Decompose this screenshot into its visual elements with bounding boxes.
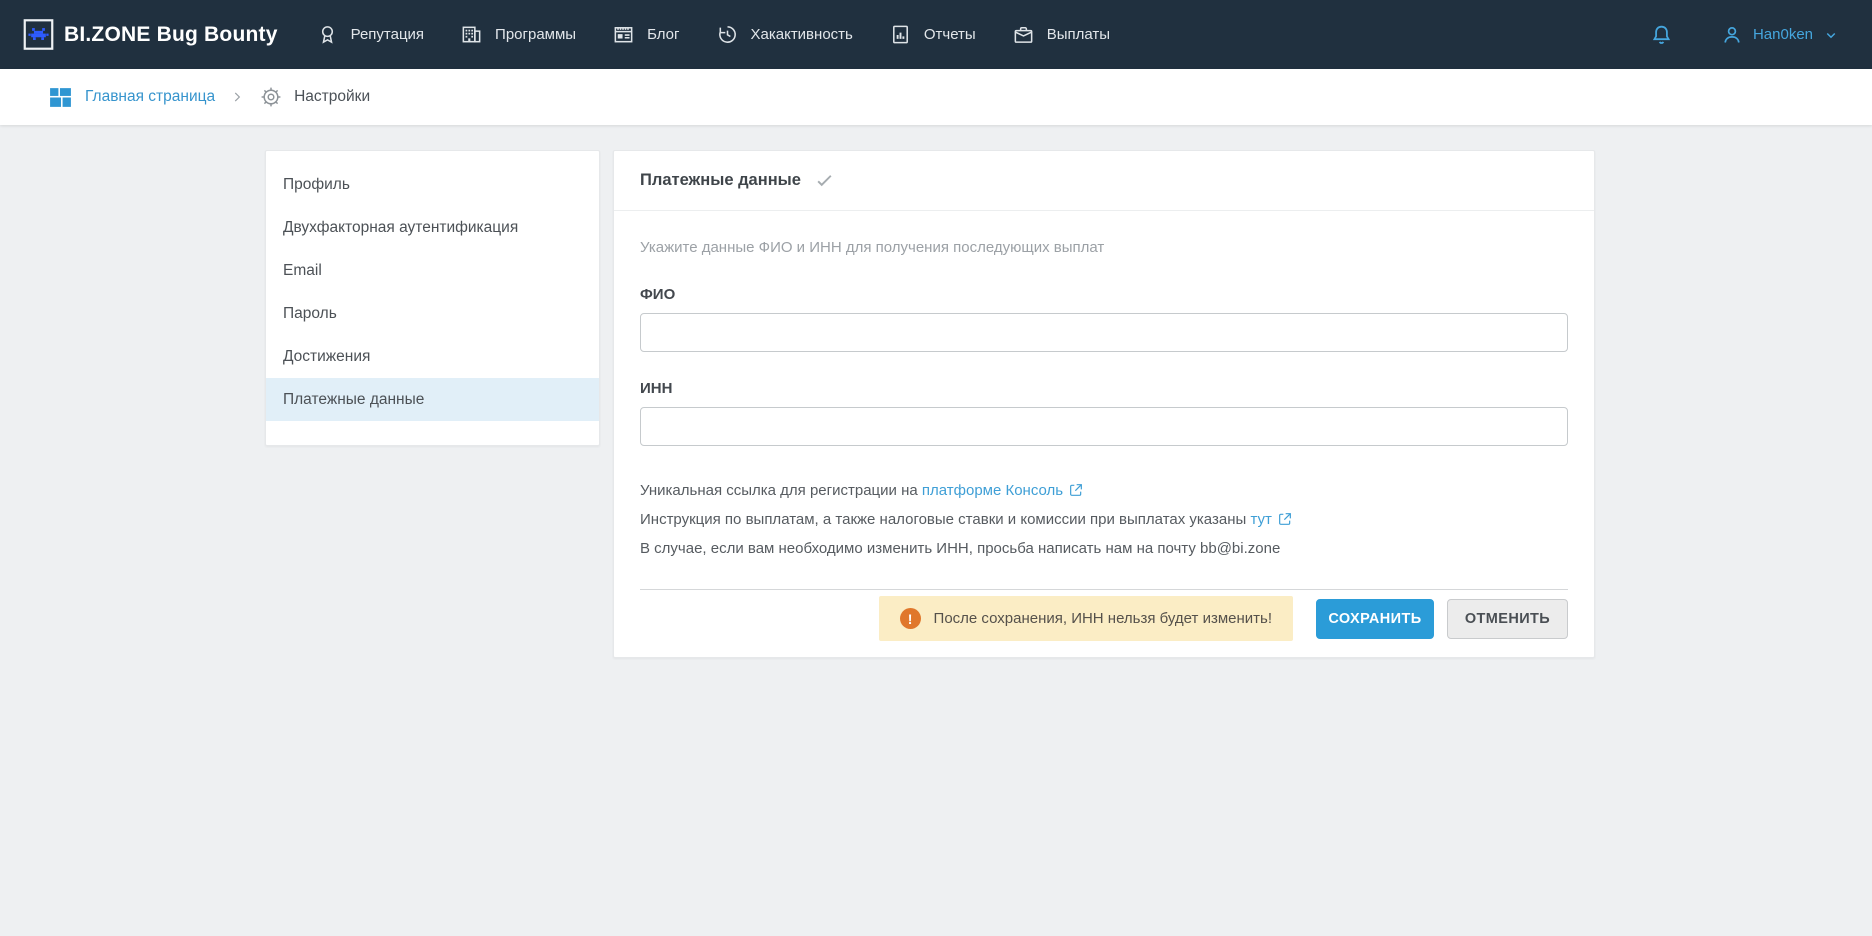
nav-item-reputation[interactable]: Репутация xyxy=(316,23,424,46)
nav-item-label: Отчеты xyxy=(924,26,976,43)
dashboard-grid-icon xyxy=(48,85,73,110)
username: Han0ken xyxy=(1753,26,1813,43)
brand-logo[interactable]: BI.ZONE Bug Bounty xyxy=(22,18,278,52)
notifications-bell-icon[interactable] xyxy=(1649,22,1674,47)
fio-input[interactable] xyxy=(640,313,1568,352)
sidebar-item-payment-data[interactable]: Платежные данные xyxy=(266,378,599,421)
brand-title: BI.ZONE Bug Bounty xyxy=(64,23,278,47)
history-icon xyxy=(716,23,739,46)
building-icon xyxy=(460,23,483,46)
nav-item-label: Репутация xyxy=(351,26,424,43)
blog-icon xyxy=(612,23,635,46)
breadcrumb: Главная страница Настройки xyxy=(0,69,1872,125)
sidebar-item-2fa[interactable]: Двухфакторная аутентификация xyxy=(266,206,599,249)
chevron-down-icon xyxy=(1822,26,1840,44)
sidebar-item-email[interactable]: Email xyxy=(266,249,599,292)
external-link-icon[interactable] xyxy=(1277,510,1293,536)
nav-item-hackactivity[interactable]: Хакактивность xyxy=(716,23,853,46)
report-icon xyxy=(889,23,912,46)
fio-label: ФИО xyxy=(640,286,1568,303)
nav-item-blog[interactable]: Блог xyxy=(612,23,679,46)
nav-item-reports[interactable]: Отчеты xyxy=(889,23,976,46)
warning-icon: ! xyxy=(900,608,921,629)
payment-notes: Уникальная ссылка для регистрации на пла… xyxy=(640,478,1568,562)
check-icon xyxy=(815,171,834,190)
payout-instructions-link[interactable]: тут xyxy=(1250,511,1271,528)
cancel-button[interactable]: ОТМЕНИТЬ xyxy=(1447,599,1568,639)
settings-sidebar: Профиль Двухфакторная аутентификация Ema… xyxy=(265,150,600,446)
external-link-icon[interactable] xyxy=(1068,481,1084,507)
breadcrumb-current-label: Настройки xyxy=(294,88,370,106)
medal-icon xyxy=(316,23,339,46)
sidebar-item-profile[interactable]: Профиль xyxy=(266,163,599,206)
nav-item-label: Хакактивность xyxy=(751,26,853,43)
breadcrumb-home-label: Главная страница xyxy=(85,88,215,106)
breadcrumb-home-link[interactable]: Главная страница xyxy=(48,85,215,110)
navbar-right: Han0ken xyxy=(1649,22,1840,47)
note-line-3: В случае, если вам необходимо изменить И… xyxy=(640,536,1568,562)
note-line-2: Инструкция по выплатам, а также налоговы… xyxy=(640,507,1568,536)
briefcase-icon xyxy=(1012,23,1035,46)
save-button[interactable]: СОХРАНИТЬ xyxy=(1316,599,1434,639)
breadcrumb-current: Настройки xyxy=(259,85,370,109)
inn-input[interactable] xyxy=(640,407,1568,446)
user-icon xyxy=(1720,23,1744,47)
main-menu: Репутация Программы xyxy=(316,23,1110,46)
top-navbar: BI.ZONE Bug Bounty Репутация xyxy=(0,0,1872,69)
warning-text: После сохранения, ИНН нельзя будет измен… xyxy=(934,610,1272,627)
panel-title: Платежные данные xyxy=(640,171,801,190)
note-line-1: Уникальная ссылка для регистрации на пла… xyxy=(640,478,1568,507)
inn-warning-banner: ! После сохранения, ИНН нельзя будет изм… xyxy=(879,596,1293,641)
panel-body: Укажите данные ФИО и ИНН для получения п… xyxy=(614,211,1594,641)
breadcrumb-separator-icon xyxy=(230,90,244,104)
inn-label: ИНН xyxy=(640,380,1568,397)
nav-item-programs[interactable]: Программы xyxy=(460,23,576,46)
nav-item-label: Программы xyxy=(495,26,576,43)
gear-icon xyxy=(259,85,283,109)
nav-item-payouts[interactable]: Выплаты xyxy=(1012,23,1110,46)
sidebar-item-achievements[interactable]: Достижения xyxy=(266,335,599,378)
panel-subtitle: Укажите данные ФИО и ИНН для получения п… xyxy=(640,239,1568,256)
payment-data-panel: Платежные данные Укажите данные ФИО и ИН… xyxy=(613,150,1595,658)
footer-divider xyxy=(640,589,1568,590)
nav-item-label: Выплаты xyxy=(1047,26,1110,43)
nav-item-label: Блог xyxy=(647,26,679,43)
user-menu[interactable]: Han0ken xyxy=(1720,23,1840,47)
panel-header: Платежные данные xyxy=(614,151,1594,211)
console-platform-link[interactable]: платформе Консоль xyxy=(922,482,1063,499)
bug-logo-icon xyxy=(22,18,55,52)
panel-footer: ! После сохранения, ИНН нельзя будет изм… xyxy=(640,596,1568,641)
sidebar-item-password[interactable]: Пароль xyxy=(266,292,599,335)
